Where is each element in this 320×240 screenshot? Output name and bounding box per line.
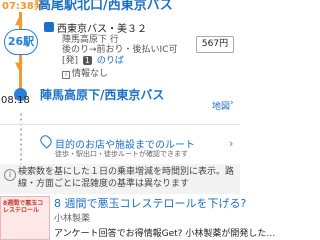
platform-link[interactable]: のりば <box>97 56 124 66</box>
timeline-walk-line <box>20 112 22 168</box>
platform-prefix: [発] <box>62 56 79 66</box>
info-icon: i <box>62 71 70 79</box>
departure-station[interactable]: 高尾駅北口/西東京バス <box>38 0 173 13</box>
map-link[interactable]: 地図 <box>212 99 230 112</box>
notice-text: 検索数を基にした１日の乗車増減を時間別に表示。路線・方面ごとに混雑度の基準は異な… <box>18 167 235 189</box>
arrow-down-icon: ▼ <box>15 61 23 72</box>
ad-description[interactable]: アンケート回答でお得情報Get? 小林製薬が開発した… <box>54 226 275 239</box>
fare-badge: 567円 <box>196 36 234 53</box>
operation-info-row: i 情報なし <box>62 66 108 79</box>
platform-number: 1 <box>82 56 92 65</box>
ad-title[interactable]: 8 週間で悪玉コレステロールを下げる? <box>54 195 246 211</box>
info-circle-icon: i <box>4 169 16 181</box>
route-search-subtitle: 徒歩・駅出口・徒歩ルートが確認できます <box>55 150 188 158</box>
chevron-right-icon[interactable]: › <box>230 98 234 108</box>
arrival-time: 08:18 <box>1 95 30 106</box>
stops-count-badge[interactable]: 26駅 <box>4 29 38 55</box>
arrow-up-icon: ▲ <box>15 16 23 27</box>
ad-sponsor: 小林製薬 <box>54 214 91 224</box>
chevron-right-icon[interactable]: › <box>229 137 233 150</box>
operation-info-label: 情報なし <box>72 69 109 79</box>
arrival-station[interactable]: 陣馬高原下/西東京バス <box>40 88 180 103</box>
ad-thumbnail-text: 8週間で悪玉コレステロール <box>3 200 44 214</box>
platform-row: [発] 1 のりば <box>62 53 124 66</box>
bus-icon <box>44 22 54 32</box>
location-pin-icon <box>38 133 54 149</box>
divider <box>0 124 240 125</box>
